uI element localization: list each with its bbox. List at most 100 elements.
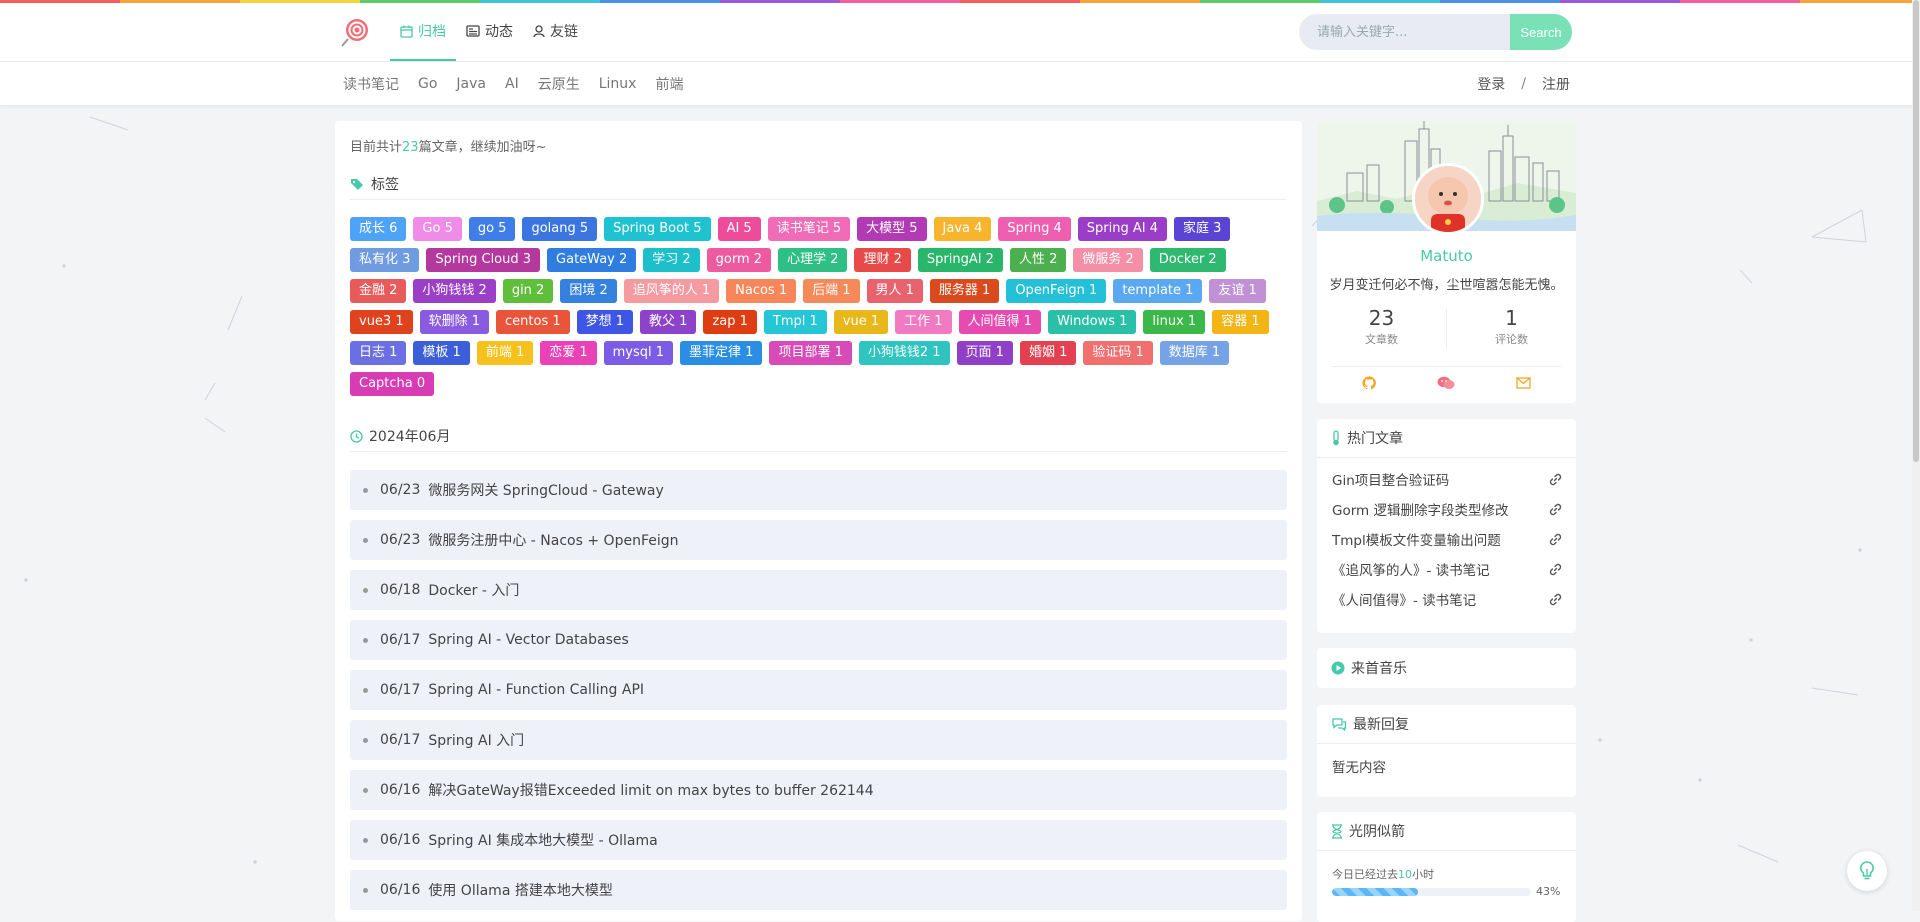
post-title[interactable]: 使用 Ollama 搭建本地大模型 [428, 880, 613, 900]
post-title[interactable]: 微服务注册中心 - Nacos + OpenFeign [428, 530, 678, 550]
tag-chip[interactable]: centos 1 [496, 310, 570, 334]
tag-chip[interactable]: Spring Cloud 3 [426, 248, 541, 272]
tag-chip[interactable]: Spring Boot 5 [604, 217, 711, 241]
tag-chip[interactable]: mysql 1 [603, 341, 674, 365]
category-link[interactable]: Go [418, 76, 437, 92]
register-link[interactable]: 注册 [1542, 74, 1570, 94]
page-scrollbar[interactable] [1912, 0, 1920, 911]
category-link[interactable]: Java [456, 76, 486, 92]
hot-article-item[interactable]: Gorm 逻辑删除字段类型修改 [1317, 494, 1576, 524]
tag-chip[interactable]: 梦想 1 [576, 310, 634, 334]
mail-icon[interactable] [1515, 377, 1531, 389]
tag-chip[interactable]: 项目部署 1 [769, 341, 852, 365]
hot-article-item[interactable]: 《人间值得》- 读书笔记 [1317, 584, 1576, 614]
tag-chip[interactable]: 数据库 1 [1159, 341, 1230, 365]
profile-name[interactable]: Matuto [1317, 247, 1576, 265]
tag-chip[interactable]: 理财 2 [854, 248, 911, 272]
tag-chip[interactable]: 男人 1 [866, 279, 923, 303]
tag-chip[interactable]: 困境 2 [560, 279, 617, 303]
tag-chip[interactable]: Nacos 1 [726, 279, 797, 303]
tag-chip[interactable]: Go 5 [413, 217, 462, 241]
tag-chip[interactable]: 容器 1 [1212, 310, 1269, 334]
link-icon[interactable] [1549, 563, 1562, 576]
tag-chip[interactable]: 家庭 3 [1173, 217, 1231, 241]
tag-chip[interactable]: 人间值得 1 [958, 310, 1041, 334]
scrollbar-thumb[interactable] [1913, 0, 1919, 462]
tag-chip[interactable]: vue 1 [833, 310, 889, 334]
lollipop-logo-icon[interactable] [340, 17, 370, 47]
post-item[interactable]: 06/18 Docker - 入门 [350, 570, 1287, 610]
hot-article-title[interactable]: Gin项目整合验证码 [1332, 469, 1449, 489]
search-input[interactable] [1299, 14, 1510, 50]
category-link[interactable]: Linux [599, 76, 637, 92]
tag-chip[interactable]: 成长 6 [350, 217, 407, 241]
hot-article-item[interactable]: Gin项目整合验证码 [1317, 464, 1576, 494]
tag-chip[interactable]: 小狗钱钱 2 [413, 279, 496, 303]
post-item[interactable]: 06/17 Spring AI - Vector Databases [350, 620, 1287, 660]
post-item[interactable]: 06/17 Spring AI 入门 [350, 720, 1287, 760]
link-icon[interactable] [1549, 473, 1562, 486]
tag-chip[interactable]: template 1 [1113, 279, 1203, 303]
post-title[interactable]: Spring AI 入门 [428, 730, 524, 750]
tag-chip[interactable]: 验证码 1 [1083, 341, 1153, 365]
avatar[interactable] [1412, 163, 1484, 235]
tag-chip[interactable]: Windows 1 [1047, 310, 1137, 334]
hot-article-title[interactable]: 《人间值得》- 读书笔记 [1332, 589, 1476, 609]
hot-article-item[interactable]: 《追风筝的人》- 读书笔记 [1317, 554, 1576, 584]
post-title[interactable]: Spring AI - Function Calling API [428, 682, 644, 698]
category-link[interactable]: AI [505, 76, 519, 92]
post-item[interactable]: 06/16 解决GateWay报错Exceeded limit on max by… [350, 770, 1287, 810]
tag-chip[interactable]: 婚姻 1 [1019, 341, 1077, 365]
post-item[interactable]: 06/16 使用 Ollama 搭建本地大模型 [350, 870, 1287, 910]
tag-chip[interactable]: gorm 2 [706, 248, 772, 272]
tag-chip[interactable]: 追风筝的人 1 [623, 279, 720, 303]
post-item[interactable]: 06/17 Spring AI - Function Calling API [350, 670, 1287, 710]
tag-chip[interactable]: 页面 1 [956, 341, 1013, 365]
tag-chip[interactable]: Spring AI 4 [1077, 217, 1167, 241]
tag-chip[interactable]: 前端 1 [476, 341, 534, 365]
post-title[interactable]: Spring AI - Vector Databases [428, 632, 628, 648]
hot-article-item[interactable]: Tmpl模板文件变量输出问题 [1317, 524, 1576, 554]
tag-chip[interactable]: 小狗钱钱2 1 [858, 341, 950, 365]
post-title[interactable]: Spring AI 集成本地大模型 - Ollama [428, 830, 657, 850]
post-item[interactable]: 06/23 微服务注册中心 - Nacos + OpenFeign [350, 520, 1287, 560]
tag-chip[interactable]: 软删除 1 [419, 310, 490, 334]
tag-chip[interactable]: Captcha 0 [350, 372, 435, 396]
tag-chip[interactable]: 服务器 1 [929, 279, 1000, 303]
category-link[interactable]: 云原生 [538, 74, 580, 94]
nav-item-friends[interactable]: 友链 [523, 3, 588, 59]
tag-chip[interactable]: Spring 4 [998, 217, 1071, 241]
tag-chip[interactable]: 后端 1 [803, 279, 860, 303]
nav-item-feed[interactable]: 动态 [456, 3, 523, 59]
search-button[interactable]: Search [1510, 14, 1572, 50]
tag-chip[interactable]: 教父 1 [640, 310, 697, 334]
tag-chip[interactable]: go 5 [468, 217, 516, 241]
tag-chip[interactable]: 读书笔记 5 [767, 217, 851, 241]
tag-chip[interactable]: 人性 2 [1009, 248, 1067, 272]
tag-chip[interactable]: 友谊 1 [1209, 279, 1266, 303]
post-title[interactable]: Docker - 入门 [428, 580, 519, 600]
nav-item-archive[interactable]: 归档 [390, 3, 456, 61]
tag-chip[interactable]: golang 5 [522, 217, 598, 241]
link-icon[interactable] [1549, 503, 1562, 516]
tag-chip[interactable]: 日志 1 [350, 341, 407, 365]
tag-chip[interactable]: 心理学 2 [778, 248, 848, 272]
tag-chip[interactable]: 工作 1 [895, 310, 952, 334]
tag-chip[interactable]: GateWay 2 [547, 248, 637, 272]
tag-chip[interactable]: zap 1 [703, 310, 757, 334]
tag-chip[interactable]: 大模型 5 [857, 217, 927, 241]
tag-chip[interactable]: vue3 1 [350, 310, 413, 334]
tag-chip[interactable]: OpenFeign 1 [1006, 279, 1107, 303]
post-title[interactable]: 解决GateWay报错Exceeded limit on max bytes t… [428, 780, 873, 800]
tag-chip[interactable]: 私有化 3 [350, 248, 420, 272]
category-link[interactable]: 前端 [655, 74, 683, 94]
tag-chip[interactable]: Java 4 [933, 217, 992, 241]
link-icon[interactable] [1549, 533, 1562, 546]
link-icon[interactable] [1549, 593, 1562, 606]
tag-chip[interactable]: 学习 2 [643, 248, 700, 272]
music-header[interactable]: 来首音乐 [1317, 648, 1576, 688]
tag-chip[interactable]: 恋爱 1 [540, 341, 597, 365]
tag-chip[interactable]: gin 2 [502, 279, 554, 303]
tag-chip[interactable]: 墨菲定律 1 [680, 341, 763, 365]
tag-chip[interactable]: Tmpl 1 [763, 310, 827, 334]
